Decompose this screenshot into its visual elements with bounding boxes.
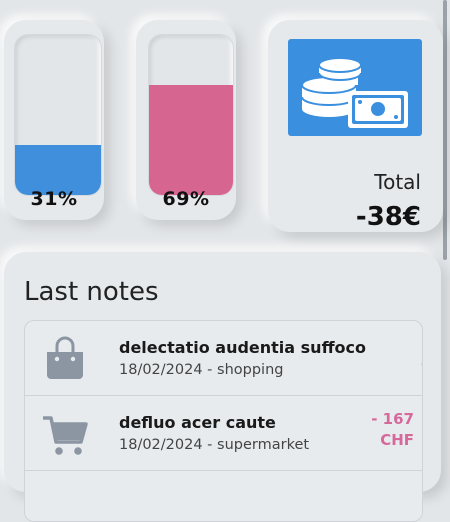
money-icon bbox=[301, 57, 408, 128]
note-amount-currency: C bbox=[421, 355, 422, 376]
note-amount-value: - 167 bbox=[371, 410, 414, 428]
note-title: defluo acer caute bbox=[119, 413, 276, 432]
gauge-percent: 31% bbox=[30, 188, 78, 210]
note-amount: - 167 CHF bbox=[371, 409, 414, 451]
page-scrollbar[interactable] bbox=[443, 0, 447, 260]
total-value: -38€ bbox=[355, 202, 421, 232]
total-label: Total bbox=[374, 170, 421, 194]
money-tile bbox=[288, 39, 422, 136]
gauge-track bbox=[14, 34, 102, 196]
note-title: delectatio audentia suffoco bbox=[119, 338, 366, 357]
note-amount: - C bbox=[421, 334, 422, 376]
gauge-percent: 69% bbox=[162, 188, 210, 210]
note-subtitle: 18/02/2024 - supermarket bbox=[119, 437, 310, 453]
list-item[interactable]: delectatio audentia suffoco 18/02/2024 -… bbox=[25, 321, 422, 396]
notes-list[interactable]: delectatio audentia suffoco 18/02/2024 -… bbox=[24, 320, 423, 522]
gauge-card-2: 69% bbox=[136, 20, 236, 220]
total-card: Total -38€ bbox=[268, 20, 443, 232]
list-item[interactable]: defluo acer caute 18/02/2024 - supermark… bbox=[25, 396, 422, 471]
gauge-card-1: 31% bbox=[4, 20, 104, 220]
shopping-bag-icon bbox=[47, 336, 83, 379]
note-subtitle: 18/02/2024 - shopping bbox=[119, 362, 284, 378]
note-amount-value: - bbox=[421, 334, 422, 355]
shopping-cart-icon bbox=[43, 416, 88, 455]
gauge-track bbox=[148, 34, 234, 196]
gauge-fill bbox=[149, 84, 233, 195]
notes-title: Last notes bbox=[24, 277, 159, 307]
last-notes-card: Last notes delectatio audentia suffoco 1… bbox=[4, 252, 441, 522]
note-amount-currency: CHF bbox=[380, 431, 414, 449]
